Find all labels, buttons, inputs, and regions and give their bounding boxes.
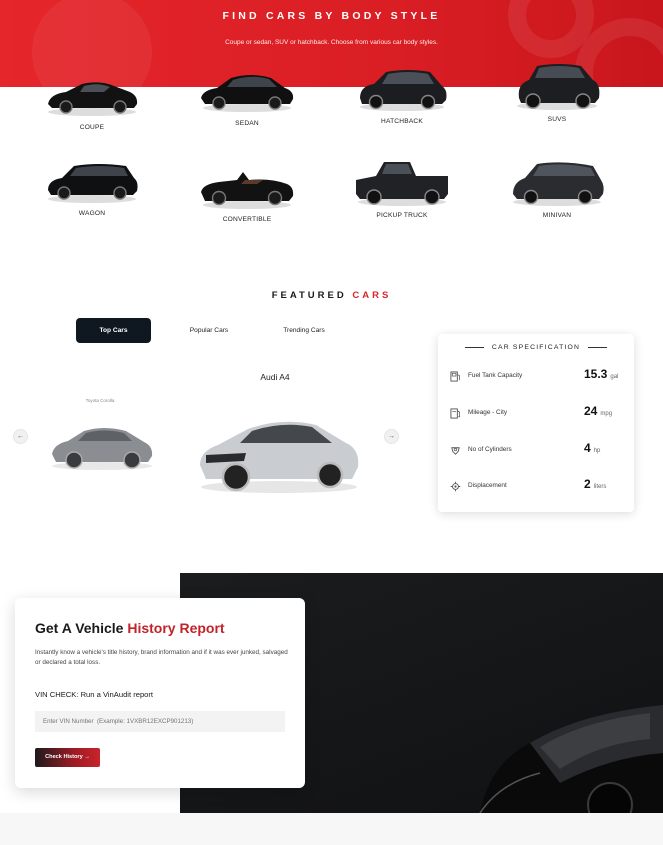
spec-value: 15.3 gal bbox=[584, 367, 618, 381]
pickup-truck-image bbox=[356, 162, 448, 206]
carousel-next-button[interactable]: → bbox=[384, 429, 399, 444]
body-style-convertible[interactable]: CONVERTIBLE bbox=[177, 162, 317, 223]
body-style-sedan[interactable]: SEDAN bbox=[177, 66, 317, 127]
history-title-accent: History Report bbox=[127, 620, 225, 636]
hero-title: FIND CARS BY BODY STYLE bbox=[222, 10, 441, 22]
carousel-prev-button[interactable]: ← bbox=[13, 429, 28, 444]
convertible-car-image bbox=[201, 172, 294, 209]
body-style-hatchback[interactable]: HATCHBACK bbox=[332, 64, 472, 125]
arrow-right-icon: → bbox=[84, 754, 90, 760]
body-style-suvs[interactable]: SUVS bbox=[487, 62, 627, 123]
spec-label: Mileage - City bbox=[468, 409, 508, 416]
body-style-label: MINIVAN bbox=[542, 212, 572, 219]
gas-station-icon bbox=[450, 408, 460, 419]
featured-car-name: Audi A4 bbox=[260, 372, 290, 382]
spec-label: Displacement bbox=[468, 482, 507, 489]
dark-car-image bbox=[479, 705, 663, 813]
spec-label: No of Cylinders bbox=[468, 446, 512, 453]
body-style-pickup-truck[interactable]: PICKUP TRUCK bbox=[332, 158, 472, 219]
page: FIND CARS BY BODY STYLE Coupe or sedan, … bbox=[0, 0, 663, 845]
featured-car-image[interactable] bbox=[196, 405, 362, 495]
hatchback-car-image bbox=[360, 70, 447, 111]
tab-popular-cars[interactable]: Popular Cars bbox=[174, 318, 244, 343]
check-history-label: Check History bbox=[45, 754, 83, 760]
spec-row-cylinders: No of Cylinders 4 hp bbox=[450, 441, 622, 461]
featured-title: FEATURED CARS bbox=[0, 290, 663, 301]
body-style-label: PICKUP TRUCK bbox=[376, 212, 428, 219]
body-style-label: CONVERTIBLE bbox=[222, 216, 272, 223]
tab-top-cars[interactable]: Top Cars bbox=[76, 318, 151, 343]
spec-unit: gal bbox=[610, 374, 619, 380]
body-style-label: SEDAN bbox=[235, 120, 259, 127]
body-style-coupe[interactable]: COUPE bbox=[22, 70, 162, 131]
car-specification-card: CAR SPECIFICATION Fuel Tank Capacity 15.… bbox=[438, 334, 634, 512]
spec-number: 2 bbox=[584, 477, 591, 491]
minivan-car-image bbox=[513, 162, 604, 206]
history-title-text: Get A Vehicle bbox=[35, 620, 128, 636]
spec-row-mileage: Mileage - City 24 mpg bbox=[450, 404, 622, 424]
spec-title: CAR SPECIFICATION bbox=[438, 344, 634, 351]
spec-value: 4 hp bbox=[584, 441, 600, 455]
spec-value: 24 mpg bbox=[584, 404, 612, 418]
spec-value: 2 liters bbox=[584, 477, 606, 491]
spec-row-displacement: Displacement 2 liters bbox=[450, 477, 622, 497]
hero-subtitle: Coupe or sedan, SUV or hatchback. Choose… bbox=[225, 39, 438, 46]
body-style-label: COUPE bbox=[79, 124, 105, 131]
body-style-label: WAGON bbox=[78, 210, 106, 217]
history-description: Instantly know a vehicle's title history… bbox=[35, 649, 288, 666]
body-style-minivan[interactable]: MINIVAN bbox=[487, 158, 627, 219]
check-history-button[interactable]: Check History → bbox=[35, 748, 100, 767]
spec-row-fuel-tank: Fuel Tank Capacity 15.3 gal bbox=[450, 367, 622, 387]
wagon-car-image bbox=[48, 164, 138, 203]
tab-trending-cars[interactable]: Trending Cars bbox=[268, 318, 340, 343]
featured-title-accent: CARS bbox=[352, 290, 392, 301]
spec-number: 15.3 bbox=[584, 367, 608, 381]
spec-unit: hp bbox=[593, 448, 601, 454]
vin-check-label: VIN CHECK: Run a VinAudit report bbox=[35, 690, 154, 699]
gear-icon bbox=[450, 481, 461, 492]
history-title: Get A Vehicle History Report bbox=[35, 620, 225, 636]
side-car-image[interactable] bbox=[48, 414, 156, 472]
coupe-car-image bbox=[48, 82, 138, 116]
spec-unit: liters bbox=[593, 484, 607, 490]
fuel-pump-icon bbox=[450, 371, 460, 382]
body-style-label: SUVS bbox=[547, 116, 567, 123]
spec-unit: mpg bbox=[600, 411, 613, 417]
sedan-car-image bbox=[201, 75, 294, 112]
vin-number-input[interactable] bbox=[35, 711, 285, 732]
side-car-name: Toyota Corolla bbox=[85, 398, 115, 403]
body-style-wagon[interactable]: WAGON bbox=[22, 156, 162, 217]
spec-number: 4 bbox=[584, 441, 591, 455]
footer-strip bbox=[0, 813, 663, 845]
history-report-card: Get A Vehicle History Report Instantly k… bbox=[15, 598, 305, 788]
spec-number: 24 bbox=[584, 404, 598, 418]
featured-title-text: FEATURED bbox=[271, 290, 353, 301]
suv-car-image bbox=[517, 64, 600, 110]
spec-label: Fuel Tank Capacity bbox=[468, 372, 523, 379]
engine-icon bbox=[451, 447, 460, 455]
body-style-label: HATCHBACK bbox=[381, 118, 423, 125]
